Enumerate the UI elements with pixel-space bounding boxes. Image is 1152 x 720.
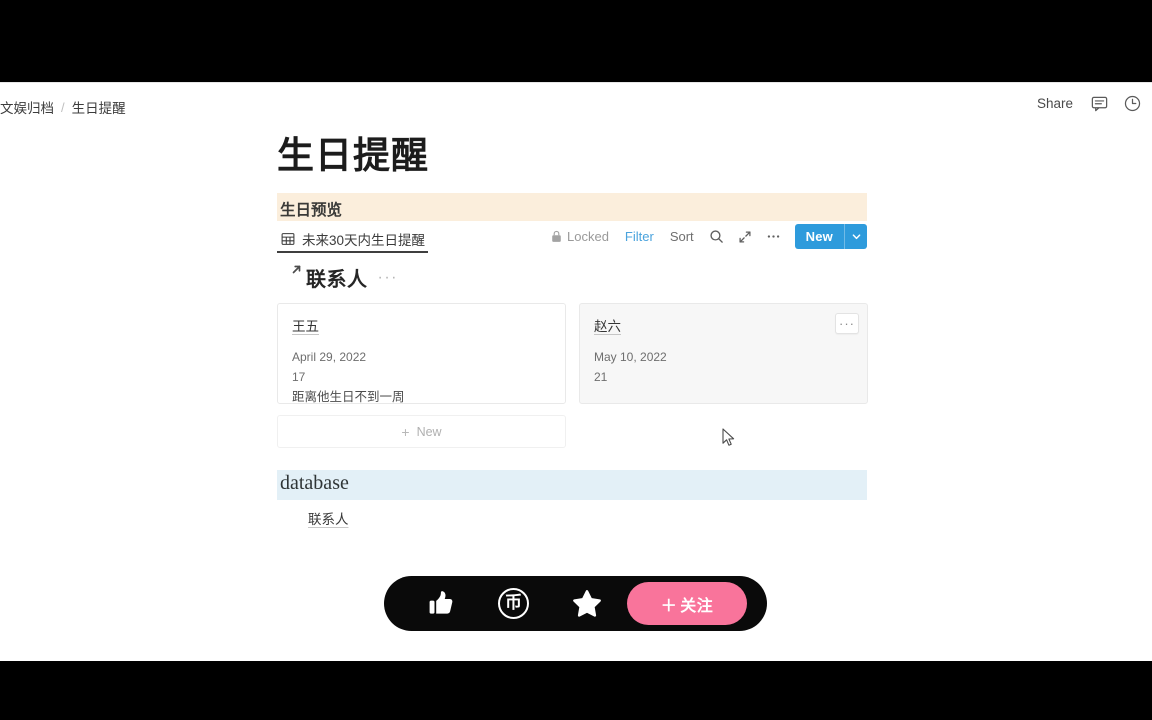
table-grid-icon bbox=[281, 232, 295, 246]
gallery-more-icon[interactable]: ··· bbox=[376, 269, 400, 287]
database-link-contacts[interactable]: 联系人 bbox=[279, 507, 349, 528]
table-row[interactable]: 王五 April 29, 2022 17 距离他生日不到一周 bbox=[277, 303, 566, 404]
add-new-card-label: New bbox=[416, 424, 442, 439]
sort-button[interactable]: Sort bbox=[662, 225, 702, 248]
clock-history-icon[interactable] bbox=[1123, 94, 1142, 113]
page-title: 生日提醒 bbox=[277, 135, 429, 176]
breadcrumb: 文娱归档 / 生日提醒 bbox=[0, 97, 126, 117]
chevron-down-icon[interactable] bbox=[844, 224, 867, 249]
breadcrumb-separator: / bbox=[61, 99, 65, 115]
top-bar-actions: Share bbox=[1034, 94, 1142, 113]
gallery-title: 联系人 bbox=[306, 269, 368, 291]
more-options-icon[interactable] bbox=[759, 225, 788, 248]
link-arrow-icon bbox=[290, 263, 303, 276]
locked-status[interactable]: Locked bbox=[543, 225, 617, 248]
card-note: 距离他生日不到一周 bbox=[292, 390, 405, 404]
breadcrumb-parent[interactable]: 文娱归档 bbox=[0, 97, 54, 117]
star-icon[interactable] bbox=[550, 576, 623, 631]
database-toolbar-actions: Locked Filter Sort New bbox=[543, 224, 867, 249]
search-icon[interactable] bbox=[702, 225, 731, 248]
expand-arrows-icon[interactable] bbox=[731, 226, 759, 248]
database-view-tab[interactable]: 未来30天内生日提醒 bbox=[277, 226, 429, 253]
database-toolbar: 未来30天内生日提醒 Locked Filter Sort New bbox=[277, 224, 867, 254]
letterbox-top bbox=[0, 0, 1152, 82]
table-row[interactable]: 赵六 May 10, 2022 21 ··· bbox=[579, 303, 868, 404]
plus-icon: + bbox=[401, 423, 410, 440]
comment-icon[interactable] bbox=[1090, 94, 1109, 113]
card-number: 17 bbox=[292, 370, 306, 384]
breadcrumb-current[interactable]: 生日提醒 bbox=[72, 97, 126, 117]
follow-button[interactable]: ＋ 关注 bbox=[627, 582, 747, 625]
lock-icon bbox=[551, 230, 562, 243]
add-new-card-button[interactable]: + New bbox=[277, 415, 566, 448]
card-date: April 29, 2022 bbox=[292, 350, 367, 364]
card-index-linked-icon bbox=[277, 265, 301, 288]
coin-glyph: 币 bbox=[498, 588, 529, 619]
new-record-button[interactable]: New bbox=[794, 224, 867, 249]
database-view-tab-label: 未来30天内生日提醒 bbox=[302, 232, 426, 248]
letterbox-bottom bbox=[0, 661, 1152, 720]
callout-birthday-preview: 生日预览 bbox=[277, 193, 867, 221]
follow-plus-icon: ＋ bbox=[660, 597, 678, 615]
follow-button-label: 关注 bbox=[680, 597, 714, 615]
coin-icon[interactable]: 币 bbox=[477, 576, 550, 631]
callout-database: database bbox=[277, 470, 867, 500]
filter-button[interactable]: Filter bbox=[617, 225, 662, 248]
gallery-header: 联系人 ··· bbox=[277, 263, 400, 292]
top-bar: 文娱归档 / 生日提醒 Share bbox=[0, 83, 1152, 129]
share-button[interactable]: Share bbox=[1034, 94, 1076, 113]
mouse-cursor bbox=[722, 428, 735, 447]
screen-root: 文娱归档 / 生日提醒 Share 生日提醒 生日预览 未来30天内生日提醒 L… bbox=[0, 0, 1152, 720]
new-record-button-label: New bbox=[805, 229, 833, 244]
card-date: May 10, 2022 bbox=[594, 350, 667, 364]
thumbs-up-icon[interactable] bbox=[404, 576, 477, 631]
floating-action-bar: 币 ＋ 关注 bbox=[384, 576, 767, 631]
locked-label: Locked bbox=[567, 229, 609, 244]
card-title[interactable]: 王五 bbox=[292, 315, 551, 335]
database-link-label: 联系人 bbox=[308, 511, 349, 527]
card-title[interactable]: 赵六 bbox=[594, 315, 853, 335]
card-more-icon[interactable]: ··· bbox=[835, 313, 859, 334]
card-index-icon bbox=[279, 507, 300, 528]
card-number: 21 bbox=[594, 370, 608, 384]
